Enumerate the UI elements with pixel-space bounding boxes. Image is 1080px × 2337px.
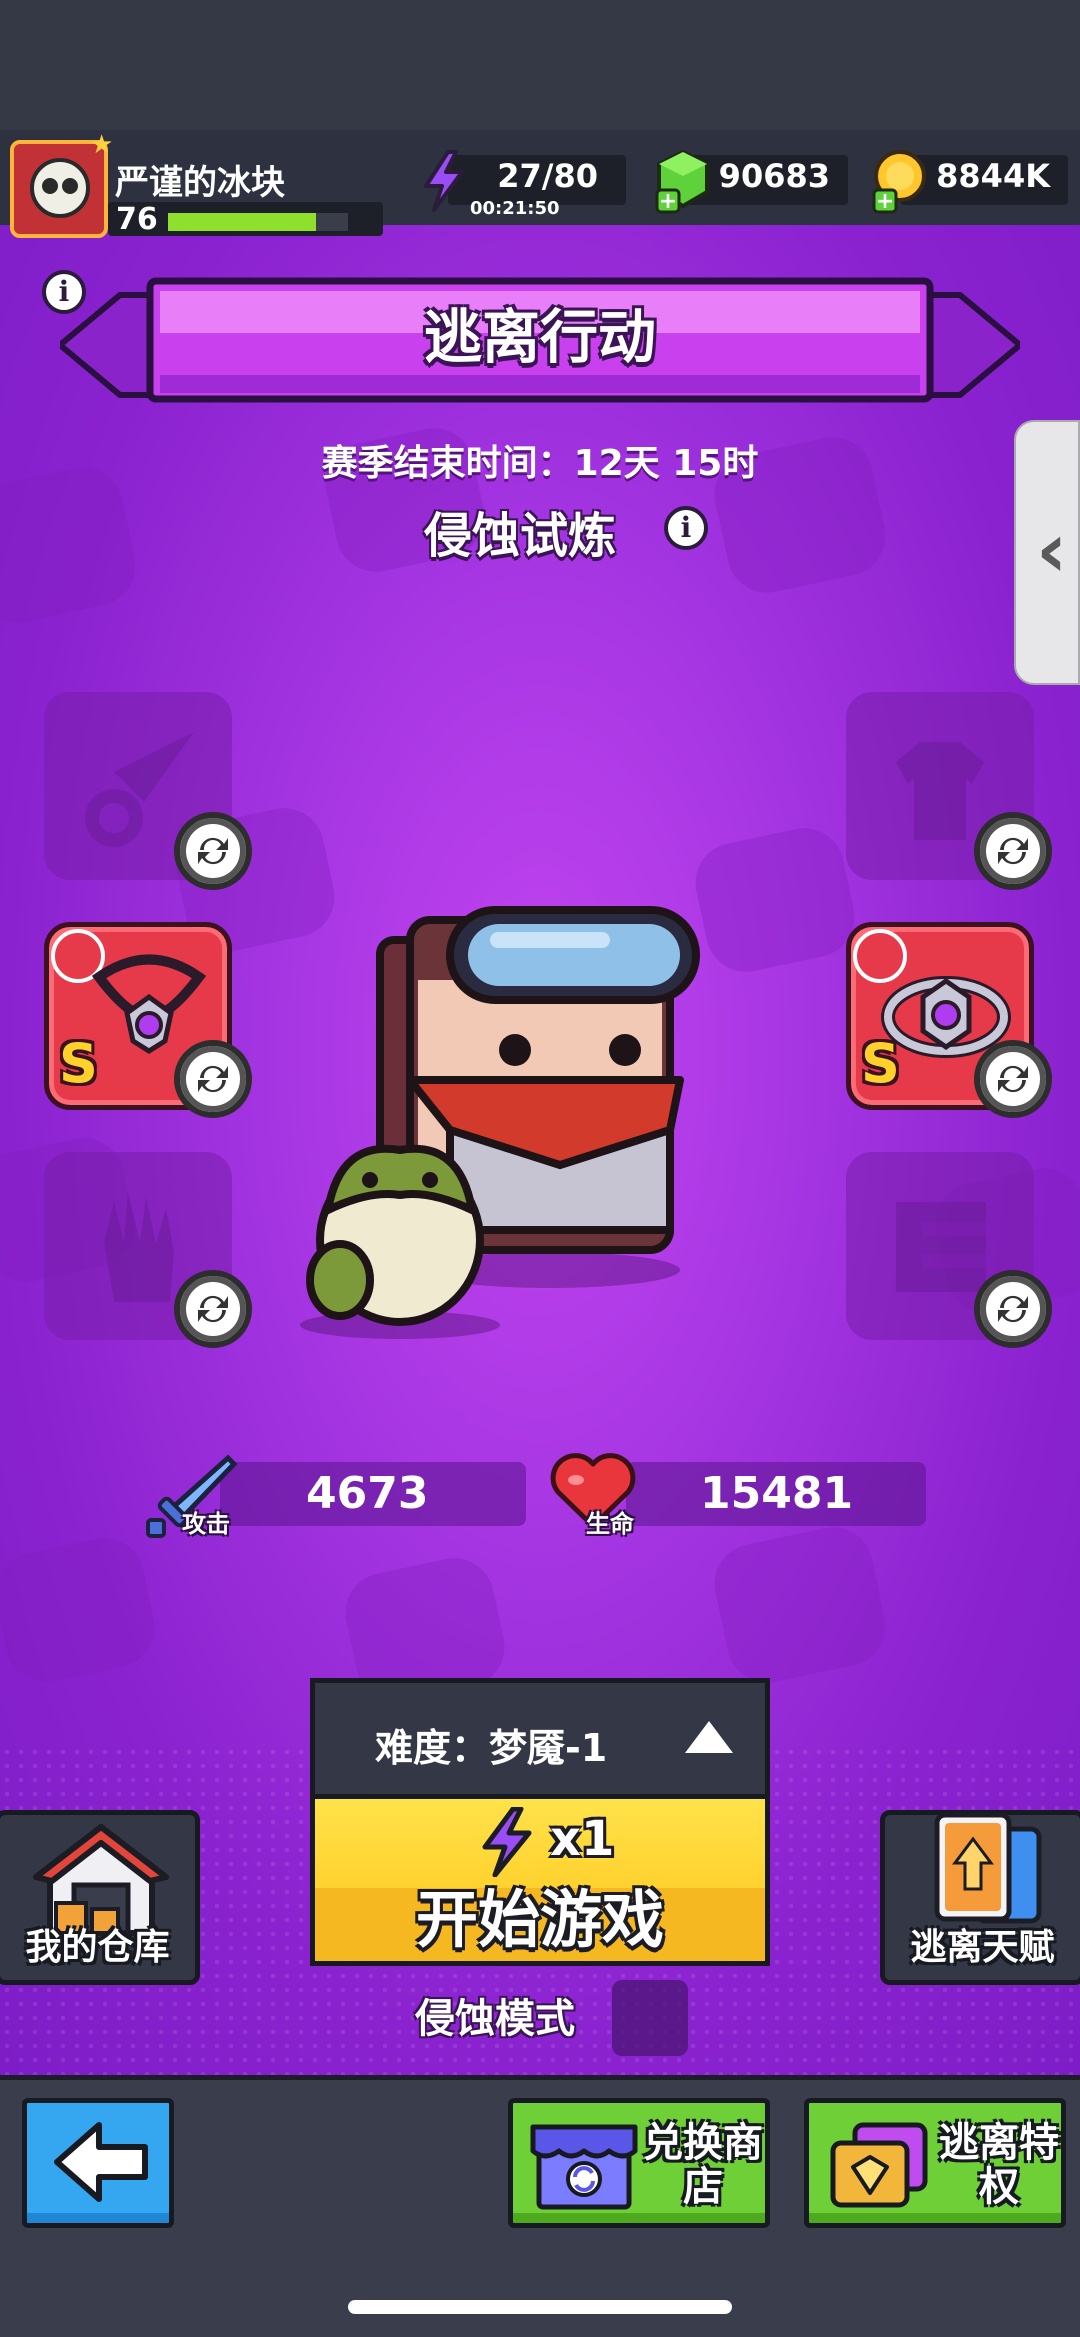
back-button[interactable] xyxy=(22,2098,174,2228)
grade-badge: S xyxy=(861,1032,900,1095)
player-name: 严谨的冰块 xyxy=(115,163,285,203)
gold-coin-icon: + xyxy=(872,150,926,214)
erosion-mode-checkbox[interactable] xyxy=(612,1980,688,2056)
difficulty-selector[interactable]: 难度：梦魇-1 xyxy=(310,1678,770,1796)
warehouse-label: 我的仓库 xyxy=(25,1927,170,1968)
start-game-button[interactable]: x1 开始游戏 xyxy=(310,1794,770,1966)
energy-bolt-icon xyxy=(424,150,464,212)
chevron-up-icon[interactable] xyxy=(685,1721,733,1753)
swap-gloves-button[interactable] xyxy=(174,1270,252,1348)
warehouse-button[interactable]: 我的仓库 xyxy=(0,1810,200,1985)
star-icon: ★ xyxy=(90,130,114,160)
erosion-mode-label: 侵蚀模式 xyxy=(415,1996,575,2042)
hero-character xyxy=(300,906,700,1339)
swap-belt-button[interactable] xyxy=(974,1270,1052,1348)
player-level: 76 xyxy=(116,202,158,237)
arrow-left-icon xyxy=(54,2122,148,2202)
status-bar xyxy=(0,0,1080,130)
escape-privilege-button[interactable]: 逃离特权 xyxy=(804,2098,1066,2228)
coin-count: 8844K xyxy=(936,157,1050,195)
attack-value: 4673 xyxy=(306,1468,429,1519)
swap-armor-button[interactable] xyxy=(974,812,1052,890)
escape-privilege-label: 逃离特权 xyxy=(939,2120,1059,2210)
start-game-label: 开始游戏 xyxy=(415,1883,664,1956)
swap-icon xyxy=(198,1065,228,1093)
gem-count: 90683 xyxy=(718,157,830,195)
svg-text:+: + xyxy=(659,189,677,214)
attack-label: 攻击 xyxy=(182,1510,230,1538)
mode-title: 侵蚀试炼 xyxy=(423,508,616,564)
season-end-time: 赛季结束时间：12天 15时 xyxy=(321,443,759,484)
green-gem-icon: + xyxy=(655,149,709,214)
shop-icon xyxy=(530,2124,638,2210)
grade-badge: S xyxy=(59,1032,98,1095)
swap-necklace-button[interactable] xyxy=(174,1040,252,1118)
privilege-card-icon xyxy=(830,2122,928,2208)
swap-icon xyxy=(198,1295,228,1323)
energy-bolt-icon xyxy=(482,1807,532,1877)
escape-talent-label: 逃离天赋 xyxy=(910,1927,1055,1968)
swap-ring-button[interactable] xyxy=(974,1040,1052,1118)
svg-text:+: + xyxy=(876,189,894,214)
swap-weapon-button[interactable] xyxy=(174,812,252,890)
swap-icon xyxy=(998,1065,1028,1093)
exchange-shop-label: 兑换商店 xyxy=(643,2120,763,2210)
difficulty-label: 难度：梦魇-1 xyxy=(375,1726,608,1770)
xp-progress-bar xyxy=(168,213,348,231)
mode-info-icon[interactable]: i xyxy=(664,506,708,550)
hp-label: 生命 xyxy=(586,1510,634,1538)
hp-value: 15481 xyxy=(700,1468,854,1519)
swap-icon xyxy=(998,1295,1028,1323)
home-indicator[interactable] xyxy=(348,2300,732,2314)
side-drawer-tab[interactable]: ‹ xyxy=(1014,420,1080,685)
energy-timer: 00:21:50 xyxy=(470,198,560,219)
page-title: 逃离行动 xyxy=(423,303,656,371)
swap-icon xyxy=(198,837,228,865)
start-energy-cost: x1 xyxy=(550,1811,615,1867)
panda-avatar-icon xyxy=(30,158,90,218)
exchange-shop-button[interactable]: 兑换商店 xyxy=(508,2098,770,2228)
talent-cards-icon xyxy=(934,1812,1042,1924)
escape-talent-button[interactable]: 逃离天赋 xyxy=(880,1810,1080,1985)
chevron-left-icon: ‹ xyxy=(1036,505,1068,594)
energy-count: 27/80 xyxy=(497,157,598,195)
swap-icon xyxy=(998,837,1028,865)
xp-progress-fill xyxy=(168,213,316,231)
